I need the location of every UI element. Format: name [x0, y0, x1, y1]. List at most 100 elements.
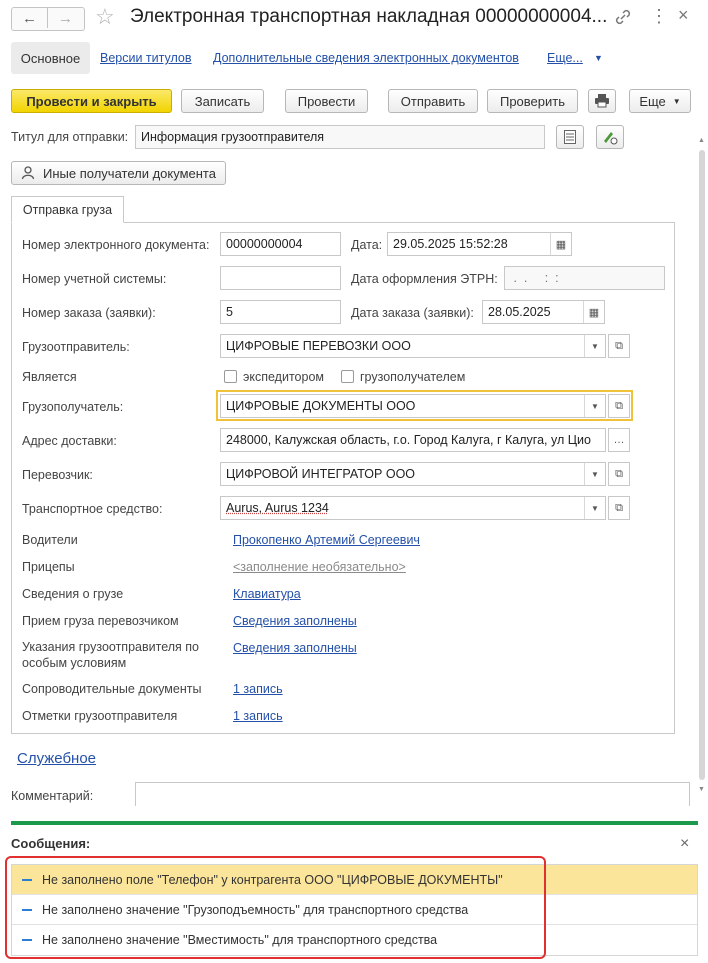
- cargo-label: Сведения о грузе: [22, 587, 124, 601]
- list-icon: [564, 130, 576, 144]
- comment-field[interactable]: [135, 782, 690, 806]
- accompanying-link[interactable]: 1 запись: [233, 682, 283, 696]
- order-number-field[interactable]: 5: [220, 300, 341, 324]
- title-bar: ← → ☆ Электронная транспортная накладная…: [0, 0, 708, 38]
- pen-icon: [604, 132, 618, 145]
- consignee-checkbox[interactable]: [341, 370, 354, 383]
- etrn-date-label: Дата оформления ЭТРН:: [351, 272, 498, 286]
- open-consignee-button[interactable]: ⧉: [608, 394, 630, 418]
- close-window-icon[interactable]: ×: [678, 5, 689, 26]
- check-button[interactable]: Проверить: [487, 89, 578, 113]
- shipper-value: ЦИФРОВЫЕ ПЕРЕВОЗКИ ООО: [226, 339, 411, 353]
- more-actions-label: Еще: [639, 93, 666, 109]
- scrollbar[interactable]: [699, 150, 705, 780]
- consignee-checkbox-label: грузополучателем: [360, 370, 466, 384]
- shipper-field[interactable]: ЦИФРОВЫЕ ПЕРЕВОЗКИ ООО ▼: [220, 334, 606, 358]
- more-actions-button[interactable]: Еще ▼: [629, 89, 691, 113]
- vehicle-value: Aurus, Aurus 1234: [226, 501, 329, 515]
- title-for-send-field[interactable]: Информация грузоотправителя: [135, 125, 545, 149]
- account-number-field[interactable]: [220, 266, 341, 290]
- trailers-link[interactable]: <заполнение необязательно>: [233, 560, 406, 574]
- edit-signature-button[interactable]: [596, 125, 624, 149]
- date-label: Дата:: [351, 238, 383, 252]
- calendar-icon[interactable]: ▦: [583, 301, 604, 323]
- favorite-star-icon[interactable]: ☆: [95, 4, 115, 30]
- doc-number-field[interactable]: 00000000004: [220, 232, 341, 256]
- drivers-label: Водители: [22, 533, 78, 547]
- consignee-field[interactable]: ЦИФРОВЫЕ ДОКУМЕНТЫ ООО ▼: [220, 394, 606, 418]
- forwarder-label: экспедитором: [243, 370, 324, 384]
- is-label: Является: [22, 370, 77, 384]
- vehicle-field[interactable]: Aurus, Aurus 1234 ▼: [220, 496, 606, 520]
- scroll-up-icon[interactable]: ▲: [698, 137, 705, 144]
- shipper-label: Грузоотправитель:: [22, 340, 130, 354]
- consignee-value: ЦИФРОВЫЕ ДОКУМЕНТЫ ООО: [226, 399, 416, 413]
- link-icon[interactable]: [613, 7, 633, 27]
- instructions-label-line2: особым условиям: [22, 656, 127, 670]
- print-button[interactable]: [588, 89, 616, 113]
- instructions-label-line1: Указания грузоотправителя по: [22, 640, 199, 654]
- acceptance-link[interactable]: Сведения заполнены: [233, 614, 357, 628]
- chevron-down-icon[interactable]: ▼: [584, 335, 605, 357]
- address-label: Адрес доставки:: [22, 434, 117, 448]
- menu-dots-icon[interactable]: ⋮: [650, 6, 668, 27]
- carrier-label: Перевозчик:: [22, 468, 93, 482]
- messages-separator: [11, 821, 698, 825]
- order-date-field[interactable]: 28.05.2025 ▦: [482, 300, 605, 324]
- order-number-label: Номер заказа (заявки):: [22, 306, 156, 320]
- list-button[interactable]: [556, 125, 584, 149]
- consignee-label: Грузополучатель:: [22, 400, 124, 414]
- marks-label: Отметки грузоотправителя: [22, 709, 178, 723]
- carrier-field[interactable]: ЦИФРОВОЙ ИНТЕГРАТОР ООО ▼: [220, 462, 606, 486]
- printer-icon: [595, 94, 609, 108]
- chevron-down-icon[interactable]: ▼: [584, 497, 605, 519]
- calendar-icon[interactable]: ▦: [550, 233, 571, 255]
- marks-link[interactable]: 1 запись: [233, 709, 283, 723]
- open-carrier-button[interactable]: ⧉: [608, 462, 630, 486]
- service-link[interactable]: Служебное: [17, 750, 96, 767]
- order-date-value: 28.05.2025: [488, 305, 551, 319]
- tab-additional[interactable]: Дополнительные сведения электронных доку…: [213, 51, 519, 65]
- acceptance-label: Прием груза перевозчиком: [22, 614, 179, 628]
- save-button[interactable]: Записать: [181, 89, 264, 113]
- title-for-send-label: Титул для отправки:: [11, 130, 129, 144]
- address-select-button[interactable]: …: [608, 428, 630, 452]
- tab-versions[interactable]: Версии титулов: [100, 51, 192, 65]
- date-value: 29.05.2025 15:52:28: [393, 237, 508, 251]
- close-messages-icon[interactable]: ×: [680, 835, 689, 853]
- scroll-down-icon[interactable]: ▼: [698, 786, 705, 793]
- open-shipper-button[interactable]: ⧉: [608, 334, 630, 358]
- other-recipients-label: Иные получатели документа: [43, 165, 216, 181]
- highlight-frame: [5, 856, 546, 959]
- other-recipients-button[interactable]: Иные получатели документа: [11, 161, 226, 185]
- tab-more[interactable]: Еще...: [547, 51, 583, 65]
- chevron-down-icon[interactable]: ▼: [584, 395, 605, 417]
- tab-shipment[interactable]: Отправка груза: [11, 196, 124, 223]
- etrn-date-field[interactable]: . . : :: [504, 266, 665, 290]
- window-title: Электронная транспортная накладная 00000…: [130, 6, 608, 27]
- send-button[interactable]: Отправить: [388, 89, 478, 113]
- doc-number-label: Номер электронного документа:: [22, 238, 210, 252]
- order-date-label: Дата заказа (заявки):: [351, 306, 474, 320]
- comment-label: Комментарий:: [11, 789, 94, 803]
- post-and-close-button[interactable]: Провести и закрыть: [11, 89, 172, 113]
- date-field[interactable]: 29.05.2025 15:52:28 ▦: [387, 232, 572, 256]
- address-field[interactable]: 248000, Калужская область, г.о. Город Ка…: [220, 428, 606, 452]
- person-icon: [21, 166, 35, 180]
- forward-button[interactable]: →: [48, 8, 83, 28]
- chevron-down-icon: ▼: [594, 53, 603, 63]
- account-number-label: Номер учетной системы:: [22, 272, 167, 286]
- chevron-down-icon[interactable]: ▼: [584, 463, 605, 485]
- post-button[interactable]: Провести: [285, 89, 368, 113]
- vehicle-label: Транспортное средство:: [22, 502, 163, 516]
- instructions-link[interactable]: Сведения заполнены: [233, 641, 357, 655]
- back-button[interactable]: ←: [12, 8, 48, 28]
- drivers-link[interactable]: Прокопенко Артемий Сергеевич: [233, 533, 420, 547]
- tab-main[interactable]: Основное: [11, 42, 90, 74]
- trailers-label: Прицепы: [22, 560, 75, 574]
- forwarder-checkbox[interactable]: [224, 370, 237, 383]
- open-vehicle-button[interactable]: ⧉: [608, 496, 630, 520]
- cargo-link[interactable]: Клавиатура: [233, 587, 301, 601]
- carrier-value: ЦИФРОВОЙ ИНТЕГРАТОР ООО: [226, 467, 416, 481]
- chevron-down-icon: ▼: [672, 96, 681, 106]
